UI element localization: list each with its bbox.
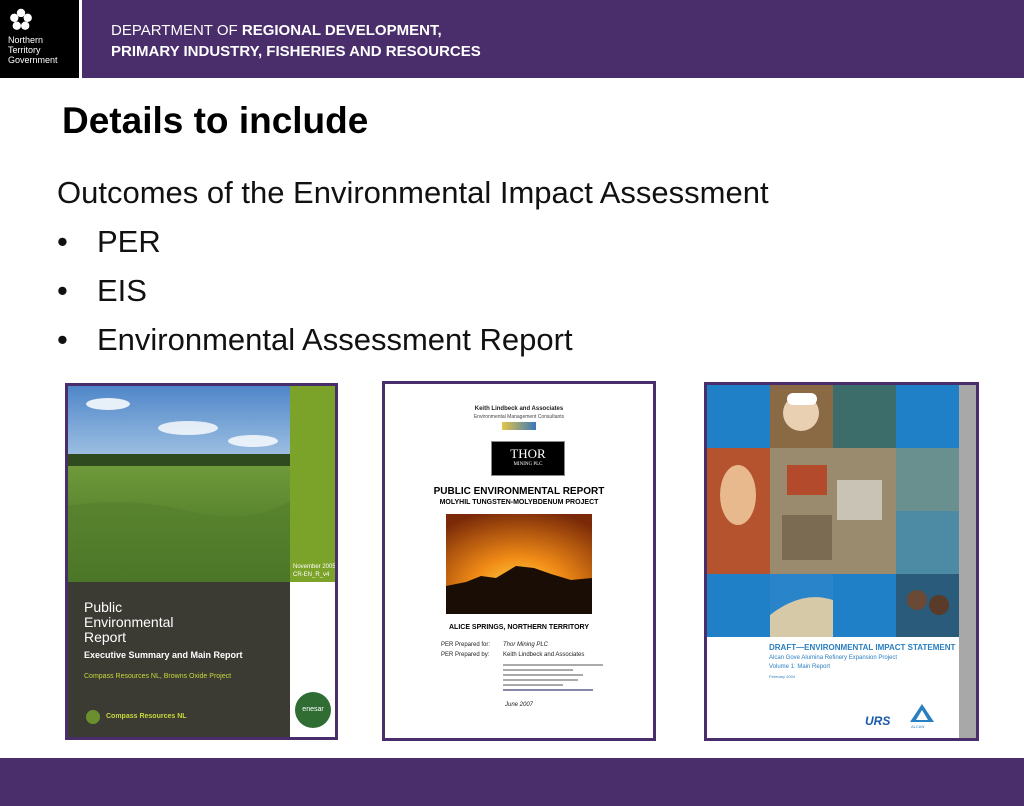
dept-bold: REGIONAL DEVELOPMENT, (241, 22, 442, 39)
cover-title-line: Environmental (84, 614, 174, 630)
department-name: DEPARTMENT OF REGIONAL DEVELOPMENT, PRIM… (111, 20, 481, 62)
dept-line2: PRIMARY INDUSTRY, FISHERIES AND RESOURCE… (111, 43, 481, 60)
bullet-dot: • (57, 322, 68, 357)
cover-subtitle: Executive Summary and Main Report (84, 650, 243, 660)
report-location: ALICE SPRINGS, NORTHERN TERRITORY (448, 624, 589, 631)
report-title: PUBLIC ENVIRONMENTAL REPORT (433, 486, 605, 497)
prepared-for: Thor Mining PLC (503, 642, 549, 648)
bullet-dot: • (57, 273, 68, 308)
cover-code: CR-EN_R_v4 (293, 572, 330, 578)
cover-title-line: Public (84, 599, 123, 615)
alcan-logo-icon (910, 704, 934, 722)
prepared-by: Keith Lindbeck and Associates (503, 652, 585, 658)
white-side-panel: enesar (290, 582, 335, 737)
urs-logo: URS (865, 714, 891, 728)
prepared-for-label: PER Prepared for: (441, 642, 491, 648)
logo-line: Territory (8, 45, 41, 55)
header-bar: Northern Territory Government DEPARTMENT… (0, 0, 1024, 78)
grey-side-strip (959, 385, 976, 738)
enesar-badge: enesar (295, 692, 331, 728)
nt-government-logo[interactable]: Northern Territory Government (0, 0, 82, 78)
cover-date: November 2005 (293, 564, 336, 570)
compass-logo-icon (86, 710, 100, 724)
logo-line: Northern (8, 35, 44, 45)
cover-title-line: Report (84, 629, 127, 645)
eis-title: DRAFT—ENVIRONMENTAL IMPACT STATEMENT (769, 643, 956, 652)
logo-line: Government (8, 55, 58, 65)
report-subtitle: MOLYHIL TUNGSTEN-MOLYBDENUM PROJECT (439, 499, 599, 506)
eis-cover-alcan: DRAFT—ENVIRONMENTAL IMPACT STATEMENT Alc… (704, 382, 979, 741)
bullet-item: • EIS (57, 266, 769, 315)
slide-body: Outcomes of the Environmental Impact Ass… (57, 168, 769, 364)
bullet-text: Environmental Assessment Report (97, 322, 573, 357)
flower-icon (10, 8, 32, 30)
company-name: Compass Resources NL (106, 713, 187, 720)
eis-date: February 2004 (769, 674, 796, 679)
eis-photo-mosaic (707, 385, 959, 637)
bullet-item: • PER (57, 217, 769, 266)
per-cover-thor: Keith Lindbeck and Associates Environmen… (382, 381, 656, 741)
bullet-item: • Environmental Assessment Report (57, 315, 769, 364)
eis-subtitle: Alcan Gove Alumina Refinery Expansion Pr… (769, 655, 898, 661)
consultant-logo-icon (502, 422, 536, 430)
consultant-sub: Environmental Management Consultants (473, 414, 565, 420)
thor-logo: THOR MINING PLC (491, 441, 565, 476)
cover-title: Public Environmental Report (84, 600, 174, 645)
eis-volume: Volume 1: Main Report (769, 664, 831, 670)
thor-logo-line2: MINING PLC (513, 462, 543, 467)
prepared-by-label: PER Prepared by: (441, 652, 490, 658)
consultant-name: Keith Lindbeck and Associates (474, 406, 564, 412)
report-date: June 2007 (504, 702, 534, 708)
bullet-dot: • (57, 224, 68, 259)
grassland-photo (68, 386, 290, 582)
contact-lines (503, 661, 603, 694)
per-cover-compass: November 2005 CR-EN_R_v4 enesar Public E… (65, 383, 338, 740)
dept-prefix: DEPARTMENT OF (111, 22, 242, 39)
alcan-logo-text: ALCAN (911, 724, 925, 729)
cover-project: Compass Resources NL, Browns Oxide Proje… (84, 673, 232, 680)
sunset-photo (446, 514, 592, 614)
bullet-text: EIS (97, 273, 147, 308)
logo-text: Northern Territory Government (8, 35, 58, 65)
thor-logo-line1: THOR (510, 446, 546, 461)
enesar-text: enesar (302, 706, 324, 713)
green-side-panel: November 2005 CR-EN_R_v4 (290, 386, 336, 582)
footer-bar (0, 758, 1024, 806)
intro-text: Outcomes of the Environmental Impact Ass… (57, 175, 769, 210)
bullet-text: PER (97, 224, 161, 259)
slide-title: Details to include (62, 100, 369, 141)
